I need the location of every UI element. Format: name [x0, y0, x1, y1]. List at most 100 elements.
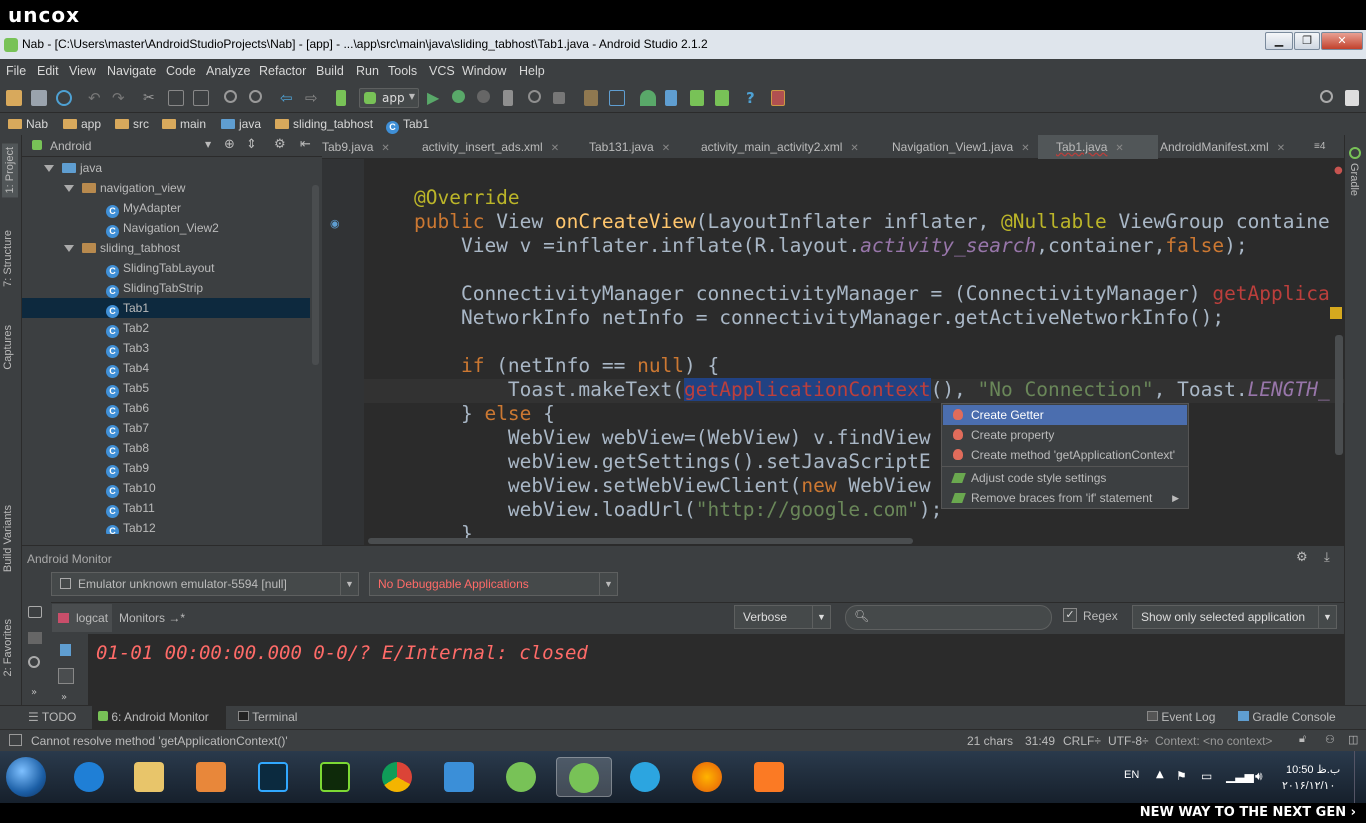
- menu-window[interactable]: Window: [462, 64, 506, 78]
- breadcrumb-item[interactable]: java: [221, 117, 261, 131]
- hide-panel-icon[interactable]: ⤓: [1324, 550, 1330, 565]
- screenshot-icon[interactable]: [28, 606, 42, 618]
- more-icon[interactable]: »: [31, 687, 37, 698]
- run-icon[interactable]: ▶: [427, 90, 443, 106]
- popup-item-remove-braces[interactable]: Remove braces from 'if' statement ▶: [943, 488, 1187, 508]
- panel-icon[interactable]: [1345, 90, 1359, 106]
- menu-run[interactable]: Run: [356, 64, 379, 78]
- tree-item[interactable]: C Tab7: [106, 418, 149, 438]
- paste-icon[interactable]: [193, 90, 209, 106]
- project-view-select[interactable]: Android: [50, 139, 91, 153]
- menu-navigate[interactable]: Navigate: [107, 64, 156, 78]
- taskbar-android-studio-1[interactable]: [494, 757, 550, 797]
- tree-item[interactable]: C SlidingTabLayout: [106, 258, 214, 278]
- logcat-output[interactable]: 01-01 00:00:00.000 0-0/? E/Internal: clo…: [88, 634, 1344, 706]
- project-scrollbar[interactable]: [312, 185, 319, 365]
- taskbar-explorer[interactable]: [122, 757, 178, 797]
- popup-item-create-method[interactable]: Create method 'getApplicationContext': [943, 445, 1187, 465]
- status-context[interactable]: Context: <no context>: [1155, 734, 1272, 748]
- menu-file[interactable]: File: [6, 64, 26, 78]
- minimize-button[interactable]: ▁: [1265, 32, 1293, 50]
- tree-item[interactable]: sliding_tabhost: [64, 238, 180, 258]
- tab-favorites[interactable]: 2: Favorites: [2, 619, 14, 676]
- tree-item[interactable]: C Tab12: [106, 518, 156, 534]
- tree-item[interactable]: java: [44, 158, 102, 178]
- tab-structure[interactable]: 7: Structure: [2, 230, 14, 287]
- editor-tab[interactable]: Tab131.java ✕: [571, 135, 670, 159]
- status-line-separator[interactable]: CRLF÷: [1063, 734, 1101, 748]
- power-icon[interactable]: ▭: [1201, 769, 1212, 783]
- open-folder-icon[interactable]: [6, 90, 22, 106]
- logcat-search-input[interactable]: 🔍︎: [845, 605, 1052, 630]
- tree-item[interactable]: C SlidingTabStrip: [106, 278, 203, 298]
- copy-icon[interactable]: [168, 90, 184, 106]
- code-line[interactable]: NetworkInfo netInfo = connectivityManage…: [414, 306, 1224, 329]
- gear-icon[interactable]: ⚙: [274, 137, 286, 152]
- taskbar-xampp[interactable]: [742, 757, 798, 797]
- status-caret-position[interactable]: 31:49: [1025, 734, 1055, 748]
- device-select[interactable]: Emulator unknown emulator-5594 [null] ▼: [51, 572, 359, 596]
- tree-item[interactable]: C MyAdapter: [106, 198, 181, 218]
- menu-tools[interactable]: Tools: [388, 64, 417, 78]
- avd-manager-icon[interactable]: [665, 90, 677, 106]
- menu-build[interactable]: Build: [316, 64, 344, 78]
- close-button[interactable]: ✕: [1321, 32, 1363, 50]
- save-icon[interactable]: [31, 90, 47, 106]
- close-icon[interactable]: ✕: [1277, 143, 1285, 154]
- tab-overflow-button[interactable]: ≡4: [1314, 135, 1325, 159]
- android-sdk-icon[interactable]: [715, 90, 729, 106]
- tab-monitors[interactable]: Monitors →*: [119, 604, 185, 632]
- code-line[interactable]: View v =inflater.inflate(R.layout.activi…: [414, 234, 1248, 257]
- taskbar-media[interactable]: [184, 757, 240, 797]
- redo-icon[interactable]: ↷: [112, 90, 128, 106]
- target-icon[interactable]: ⊕: [224, 137, 235, 152]
- tab-build-variants[interactable]: Build Variants: [2, 505, 14, 572]
- menu-code[interactable]: Code: [166, 64, 196, 78]
- event-icon[interactable]: ◫: [1348, 733, 1358, 746]
- stop-icon[interactable]: [553, 92, 565, 104]
- debug-icon[interactable]: [452, 90, 465, 103]
- close-icon[interactable]: ✕: [1115, 143, 1123, 154]
- volume-icon[interactable]: 🔊︎: [1255, 769, 1263, 784]
- status-encoding[interactable]: UTF-8÷: [1108, 734, 1149, 748]
- popup-item-create-getter[interactable]: Create Getter: [943, 405, 1187, 425]
- find-icon[interactable]: [224, 90, 237, 103]
- tree-item[interactable]: C Tab8: [106, 438, 149, 458]
- close-icon[interactable]: ✕: [850, 143, 858, 154]
- chevron-down-icon[interactable]: ▼: [205, 140, 211, 149]
- breadcrumb-item[interactable]: C Tab1: [386, 117, 429, 134]
- close-icon[interactable]: ✕: [381, 143, 389, 154]
- run-config-select[interactable]: app ▼: [359, 88, 419, 108]
- tree-item[interactable]: C Tab9: [106, 458, 149, 478]
- signal-icon[interactable]: ▁▃▅: [1226, 769, 1254, 783]
- menu-help[interactable]: Help: [519, 64, 545, 78]
- close-icon[interactable]: ✕: [551, 143, 559, 154]
- tree-item[interactable]: C Tab2: [106, 318, 149, 338]
- close-icon[interactable]: ✕: [662, 143, 670, 154]
- start-button[interactable]: [6, 757, 46, 797]
- filter-select[interactable]: Show only selected application ▼: [1132, 605, 1337, 629]
- regex-checkbox[interactable]: ✓: [1063, 608, 1077, 622]
- inspect-icon[interactable]: [28, 656, 40, 668]
- code-line[interactable]: public View onCreateView(LayoutInflater …: [414, 210, 1330, 233]
- collapse-icon[interactable]: ⇕: [246, 137, 257, 152]
- tab-gradle-console[interactable]: Gradle Console: [1238, 710, 1336, 724]
- taskbar-app[interactable]: [432, 757, 488, 797]
- more-icon[interactable]: »: [61, 692, 67, 703]
- hide-panel-icon[interactable]: ⇤: [300, 137, 311, 152]
- taskbar-photoshop[interactable]: [246, 757, 302, 797]
- language-indicator[interactable]: EN: [1124, 769, 1139, 781]
- taskbar-firefox[interactable]: [680, 757, 736, 797]
- make-project-icon[interactable]: [336, 90, 346, 106]
- undo-icon[interactable]: ↶: [88, 90, 104, 106]
- tray-expand-icon[interactable]: ▲: [1156, 769, 1164, 780]
- taskbar-android-studio-2[interactable]: [556, 757, 612, 797]
- code-line[interactable]: webView.getSettings().setJavaScriptE: [414, 450, 931, 473]
- clock-date[interactable]: ۲۰۱۶/۱۲/۱۰: [1282, 779, 1335, 792]
- tree-item[interactable]: C Tab4: [106, 358, 149, 378]
- tab-event-log[interactable]: Event Log: [1147, 710, 1215, 724]
- gear-icon[interactable]: ⚙: [1296, 550, 1308, 565]
- taskbar-telegram[interactable]: [618, 757, 674, 797]
- code-line[interactable]: webView.loadUrl("http://google.com");: [414, 498, 942, 521]
- error-stripe-icon[interactable]: ●: [1334, 165, 1343, 176]
